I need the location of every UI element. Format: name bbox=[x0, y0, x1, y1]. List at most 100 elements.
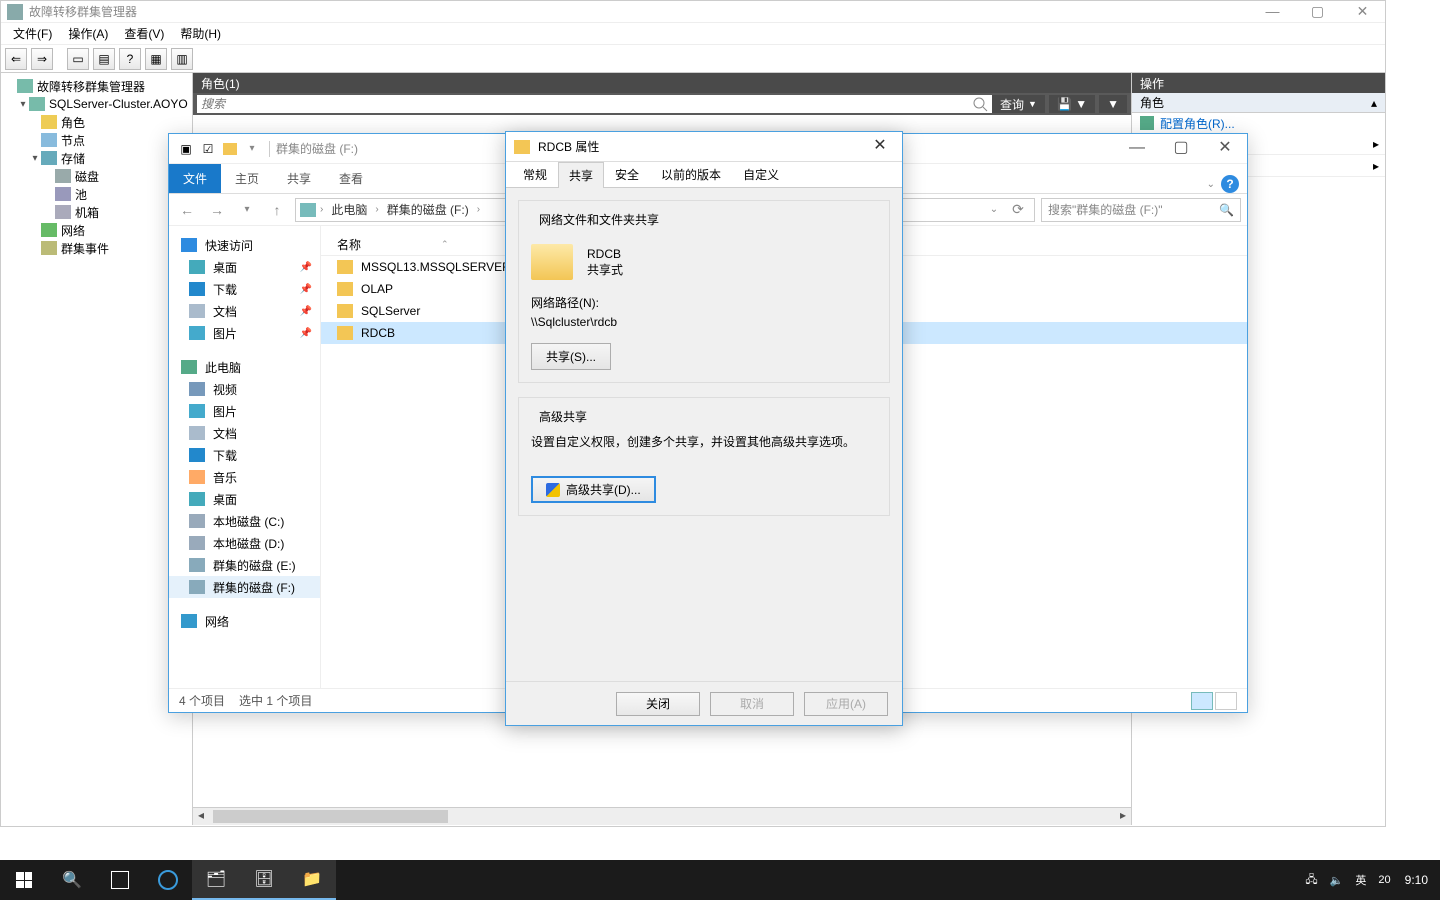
sidebar-item[interactable]: 文档 bbox=[169, 422, 320, 444]
ribbon-view[interactable]: 查看 bbox=[325, 164, 377, 193]
apply-button[interactable]: 应用(A) bbox=[804, 692, 888, 716]
toolbar-btn-5[interactable]: ? bbox=[119, 48, 141, 70]
tab-security[interactable]: 安全 bbox=[604, 161, 650, 187]
menu-action[interactable]: 操作(A) bbox=[60, 23, 116, 44]
close-button[interactable]: 关闭 bbox=[616, 692, 700, 716]
sidebar-item[interactable]: 下载 bbox=[169, 444, 320, 466]
save-dropdown[interactable]: 💾 ▼ bbox=[1049, 95, 1095, 113]
sidebar-this-pc[interactable]: 此电脑 bbox=[169, 356, 320, 378]
view-icons-button[interactable] bbox=[1215, 692, 1237, 710]
toolbar-btn-4[interactable]: ▤ bbox=[93, 48, 115, 70]
taskbar-folder[interactable]: 📁 bbox=[288, 860, 336, 900]
search-button[interactable]: 🔍 bbox=[48, 860, 96, 900]
sidebar-item[interactable]: 桌面 bbox=[169, 488, 320, 510]
ribbon-file[interactable]: 文件 bbox=[169, 164, 221, 193]
start-button[interactable] bbox=[0, 860, 48, 900]
tray-network-icon[interactable]: 🖧 bbox=[1299, 871, 1323, 890]
qat-properties-icon[interactable]: ☑ bbox=[197, 138, 219, 160]
folder-icon bbox=[337, 282, 353, 296]
sidebar-network[interactable]: 网络 bbox=[169, 610, 320, 632]
main-scrollbar[interactable]: ◂▸ bbox=[193, 807, 1131, 825]
tree-networks[interactable]: 网络 bbox=[5, 221, 192, 239]
close-button[interactable]: ✕ bbox=[1340, 1, 1385, 23]
share-button[interactable]: 共享(S)... bbox=[531, 343, 611, 370]
sidebar-quick-access[interactable]: 快速访问 bbox=[169, 234, 320, 256]
menu-file[interactable]: 文件(F) bbox=[5, 23, 60, 44]
sidebar-item-pic[interactable]: 图片📌 bbox=[169, 322, 320, 344]
addr-dropdown[interactable]: ⌄ bbox=[982, 198, 1006, 222]
actions-section[interactable]: 角色▴ bbox=[1132, 93, 1385, 113]
taskbar-server-manager[interactable]: 🗄 bbox=[240, 860, 288, 900]
query-button[interactable]: 查询 ▼ bbox=[992, 95, 1045, 113]
sidebar-item[interactable]: 音乐 bbox=[169, 466, 320, 488]
action-configure-role[interactable]: 配置角色(R)... bbox=[1132, 113, 1385, 133]
explorer-search[interactable]: 搜索"群集的磁盘 (F:)" 🔍 bbox=[1041, 198, 1241, 222]
taskbar-ie[interactable] bbox=[144, 860, 192, 900]
tray-ime[interactable]: 英 bbox=[1349, 872, 1372, 888]
toolbar-btn-6[interactable]: ▦ bbox=[145, 48, 167, 70]
more-dropdown[interactable]: ▼ bbox=[1099, 95, 1127, 113]
props-close-button[interactable]: ✕ bbox=[858, 132, 902, 162]
toolbar-back-icon[interactable]: ⇐ bbox=[5, 48, 27, 70]
crumb-drive[interactable]: 群集的磁盘 (F:) bbox=[383, 201, 473, 218]
tab-sharing[interactable]: 共享 bbox=[558, 162, 604, 188]
minimize-button[interactable]: — bbox=[1250, 1, 1295, 23]
explorer-title: 群集的磁盘 (F:) bbox=[276, 140, 358, 157]
toolbar-btn-7[interactable]: ▥ bbox=[171, 48, 193, 70]
main-search-input[interactable] bbox=[197, 95, 992, 113]
tab-general[interactable]: 常规 bbox=[512, 161, 558, 187]
ribbon-share[interactable]: 共享 bbox=[273, 164, 325, 193]
tree-pools[interactable]: 池 bbox=[5, 185, 192, 203]
qat-dropdown[interactable]: ▾ bbox=[241, 138, 263, 160]
tray-clock[interactable]: 9:10 bbox=[1397, 874, 1436, 887]
tab-customize[interactable]: 自定义 bbox=[732, 161, 790, 187]
nav-up[interactable]: ↑ bbox=[265, 198, 289, 222]
tree-nodes[interactable]: 节点 bbox=[5, 131, 192, 149]
sidebar-item[interactable]: 图片 bbox=[169, 400, 320, 422]
ribbon-expand-icon[interactable]: ⌄ bbox=[1207, 179, 1215, 190]
tree-enclosures[interactable]: 机箱 bbox=[5, 203, 192, 221]
toolbar-forward-icon[interactable]: ⇒ bbox=[31, 48, 53, 70]
taskbar-explorer[interactable]: 🗂 bbox=[192, 860, 240, 900]
tab-previous-versions[interactable]: 以前的版本 bbox=[650, 161, 732, 187]
sidebar-item-desk[interactable]: 桌面📌 bbox=[169, 256, 320, 278]
sidebar-item[interactable]: 视频 bbox=[169, 378, 320, 400]
tray-volume-icon[interactable]: 🔈 bbox=[1324, 874, 1350, 887]
tree-root[interactable]: 故障转移群集管理器 bbox=[5, 77, 192, 95]
tree-storage[interactable]: ▾存储 bbox=[5, 149, 192, 167]
sidebar-item[interactable]: 群集的磁盘 (F:) bbox=[169, 576, 320, 598]
qat-folder-icon[interactable] bbox=[219, 138, 241, 160]
sidebar-item-dl[interactable]: 下载📌 bbox=[169, 278, 320, 300]
addr-refresh-icon[interactable]: ⟳ bbox=[1006, 198, 1030, 222]
netpath-value[interactable]: \\Sqlcluster\rdcb bbox=[531, 315, 877, 329]
task-view-button[interactable] bbox=[96, 860, 144, 900]
props-titlebar[interactable]: RDCB 属性 ✕ bbox=[506, 132, 902, 162]
sidebar-item[interactable]: 本地磁盘 (C:) bbox=[169, 510, 320, 532]
ribbon-home[interactable]: 主页 bbox=[221, 164, 273, 193]
nav-history[interactable]: ▾ bbox=[235, 198, 259, 222]
tree-cluster[interactable]: ▾SQLServer-Cluster.AOYO bbox=[5, 95, 192, 113]
sidebar-item[interactable]: 本地磁盘 (D:) bbox=[169, 532, 320, 554]
tree-events[interactable]: 群集事件 bbox=[5, 239, 192, 257]
explorer-minimize[interactable]: — bbox=[1115, 134, 1159, 164]
toolbar-btn-3[interactable]: ▭ bbox=[67, 48, 89, 70]
maximize-button[interactable]: ▢ bbox=[1295, 1, 1340, 23]
tree-disks[interactable]: 磁盘 bbox=[5, 167, 192, 185]
view-details-button[interactable] bbox=[1191, 692, 1213, 710]
sidebar-item-doc[interactable]: 文档📌 bbox=[169, 300, 320, 322]
main-header: 角色(1) bbox=[193, 73, 1131, 93]
menu-help[interactable]: 帮助(H) bbox=[172, 23, 229, 44]
help-icon[interactable]: ? bbox=[1221, 175, 1239, 193]
sidebar-item[interactable]: 群集的磁盘 (E:) bbox=[169, 554, 320, 576]
search-icon[interactable] bbox=[972, 96, 988, 112]
explorer-close[interactable]: ✕ bbox=[1203, 134, 1247, 164]
nav-back[interactable]: ← bbox=[175, 198, 199, 222]
nav-forward[interactable]: → bbox=[205, 198, 229, 222]
crumb-thispc[interactable]: 此电脑 bbox=[327, 201, 371, 218]
cancel-button[interactable]: 取消 bbox=[710, 692, 794, 716]
advanced-sharing-button[interactable]: 高级共享(D)... bbox=[531, 476, 656, 503]
explorer-maximize[interactable]: ▢ bbox=[1159, 134, 1203, 164]
menu-view[interactable]: 查看(V) bbox=[116, 23, 172, 44]
tree-roles[interactable]: 角色 bbox=[5, 113, 192, 131]
explorer-system-icon[interactable]: ▣ bbox=[175, 138, 197, 160]
